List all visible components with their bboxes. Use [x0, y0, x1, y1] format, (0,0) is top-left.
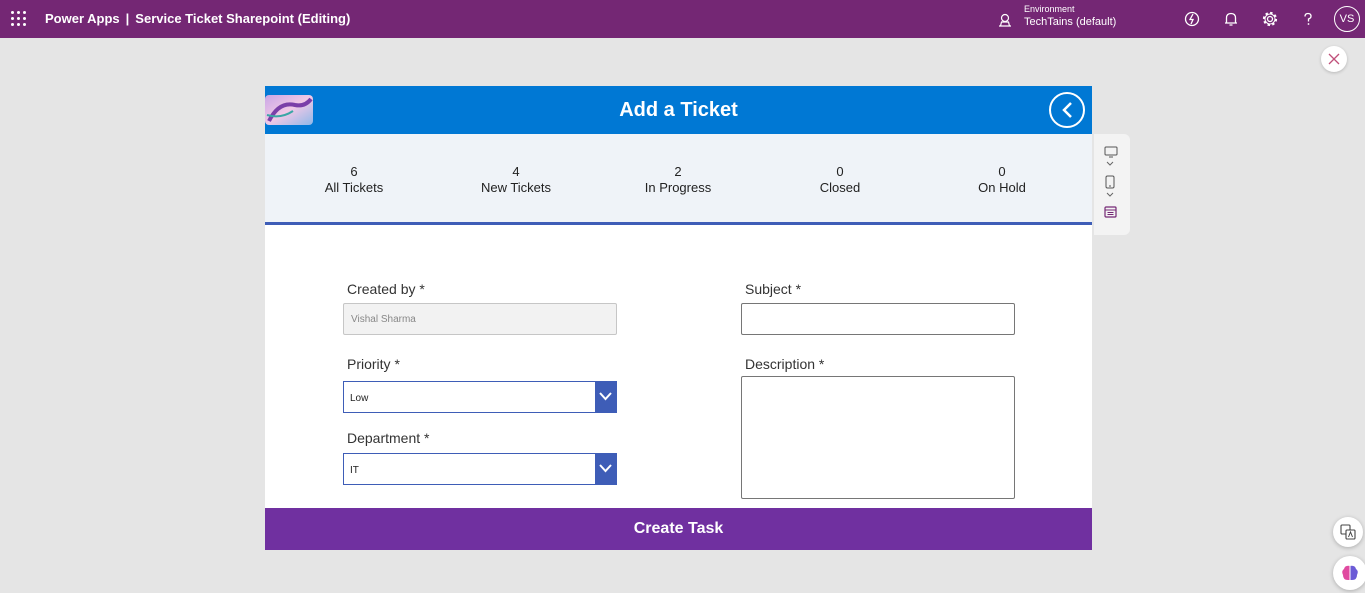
translate-icon: [1340, 524, 1356, 540]
stat-label: In Progress: [644, 180, 712, 195]
stat-count: 2: [674, 164, 682, 179]
stat-count: 4: [512, 164, 520, 179]
priority-label: Priority *: [347, 356, 400, 372]
avatar[interactable]: VS: [1334, 6, 1360, 32]
stat-on-hold[interactable]: 0 On Hold: [927, 164, 1077, 196]
close-icon: [1328, 53, 1340, 65]
phone-icon[interactable]: [1105, 175, 1115, 189]
create-task-button[interactable]: Create Task: [265, 508, 1092, 550]
stat-count: 0: [998, 164, 1006, 179]
copilot-icon[interactable]: [1183, 10, 1201, 28]
department-dropdown-toggle[interactable]: [595, 454, 616, 484]
subject-label: Subject *: [745, 281, 802, 297]
priority-dropdown-toggle[interactable]: [595, 382, 616, 412]
app-header: Add a Ticket: [265, 86, 1092, 134]
stat-label: New Tickets: [480, 180, 552, 195]
help-icon[interactable]: [1299, 10, 1317, 28]
device-preview-panel: [1094, 134, 1130, 235]
stat-in-progress[interactable]: 2 In Progress: [603, 164, 753, 196]
stat-label: All Tickets: [324, 180, 384, 195]
priority-value: Low: [350, 393, 369, 404]
department-dropdown[interactable]: IT: [343, 453, 617, 485]
stat-label: Closed: [819, 180, 861, 195]
created-by-field: Vishal Sharma: [343, 303, 617, 335]
stat-closed[interactable]: 0 Closed: [765, 164, 915, 196]
chevron-down-icon[interactable]: [1106, 192, 1114, 197]
created-by-label: Created by *: [347, 281, 425, 297]
subject-input[interactable]: [741, 303, 1015, 335]
title-separator: |: [125, 11, 130, 26]
top-bar: Power Apps | Service Ticket Sharepoint (Ed…: [0, 0, 1365, 38]
app-name: Power Apps: [45, 11, 120, 26]
translate-button[interactable]: [1333, 517, 1363, 547]
waffle-icon[interactable]: [11, 11, 27, 27]
department-label: Department *: [347, 430, 430, 446]
description-input[interactable]: [741, 376, 1015, 499]
canvas-app: Add a Ticket 6 All Tickets 4 New Tickets…: [265, 86, 1092, 550]
stat-all-tickets[interactable]: 6 All Tickets: [279, 164, 429, 196]
priority-dropdown[interactable]: Low: [343, 381, 617, 413]
gear-icon[interactable]: [1261, 10, 1279, 28]
chevron-down-icon: [599, 464, 612, 473]
calendar-icon[interactable]: [1104, 206, 1117, 218]
chevron-left-icon: [1062, 102, 1072, 118]
stat-count: 6: [350, 164, 358, 179]
close-button[interactable]: [1321, 46, 1347, 72]
app-title: Power Apps | Service Ticket Sharepoint (Ed…: [45, 11, 350, 26]
assistant-button[interactable]: [1333, 556, 1365, 590]
brain-icon: [1342, 565, 1358, 580]
ticket-stats: 6 All Tickets 4 New Tickets 2 In Progres…: [265, 134, 1092, 225]
description-label: Description *: [745, 356, 825, 372]
environment-icon: [999, 13, 1011, 27]
chevron-down-icon: [599, 392, 612, 401]
department-value: IT: [350, 465, 359, 476]
stat-new-tickets[interactable]: 4 New Tickets: [441, 164, 591, 196]
environment-label: Environment: [1024, 4, 1075, 14]
stat-label: On Hold: [978, 180, 1026, 195]
document-title: Service Ticket Sharepoint (Editing): [135, 11, 351, 26]
stat-count: 0: [836, 164, 844, 179]
desktop-icon[interactable]: [1104, 146, 1118, 158]
bell-icon[interactable]: [1222, 10, 1240, 28]
chevron-down-icon[interactable]: [1106, 161, 1114, 166]
environment-value: TechTains (default): [1024, 16, 1117, 28]
page-title: Add a Ticket: [619, 99, 738, 121]
back-button[interactable]: [1049, 92, 1085, 128]
